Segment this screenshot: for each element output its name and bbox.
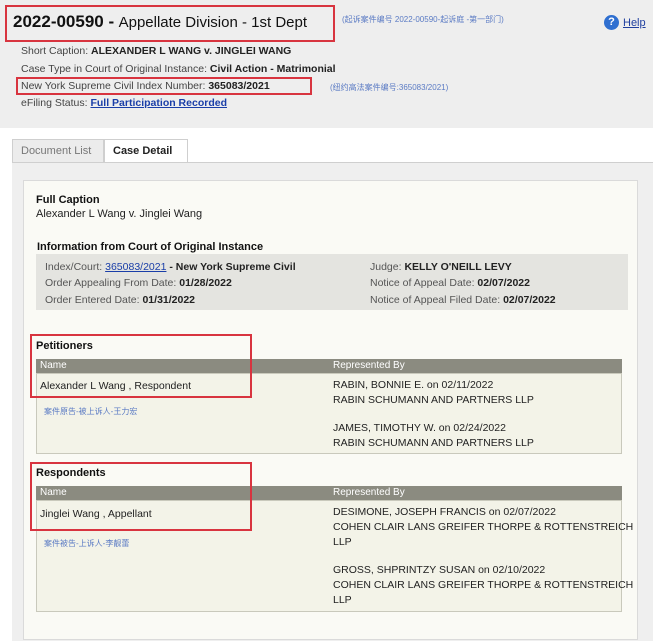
respondent-rep-1-firm: COHEN CLAIR LANS GREIFER THORPE & ROTTEN…	[333, 521, 634, 533]
highlight-box-index	[16, 77, 312, 95]
case-type-value: Civil Action - Matrimonial	[209, 63, 336, 75]
respondent-rep-2-firm-cont: LLP	[333, 594, 352, 606]
notice-filed-date: Notice of Appeal Filed Date: 02/07/2022	[370, 294, 556, 306]
tab-document-list[interactable]: Document List	[12, 139, 104, 163]
short-caption-value: ALEXANDER L WANG v. JINGLEI WANG	[91, 45, 292, 57]
judge-value: KELLY O'NEILL LEVY	[404, 261, 512, 273]
case-note: (起诉案件编号 2022-00590-起诉庭 -第一部门)	[342, 15, 504, 24]
index-court: Index/Court: 365083/2021 - New York Supr…	[45, 261, 296, 273]
original-court-title: Information from Court of Original Insta…	[37, 241, 264, 253]
order-entered-date: Order Entered Date: 01/31/2022	[45, 294, 196, 306]
petitioners-col-rep: Represented By	[333, 360, 405, 371]
respondent-rep-2-firm: COHEN CLAIR LANS GREIFER THORPE & ROTTEN…	[333, 579, 634, 591]
index-note: (纽约高法案件编号:365083/2021)	[330, 83, 449, 92]
case-type: Case Type in Court of Original Instance:…	[21, 63, 336, 75]
help-icon[interactable]: ?	[604, 15, 619, 30]
highlight-box-case	[5, 5, 335, 42]
respondent-note: 案件被告-上诉人-李靓蕾	[44, 539, 130, 548]
order-appealing-date: Order Appealing From Date: 01/28/2022	[45, 277, 232, 289]
index-court-link[interactable]: 365083/2021	[105, 261, 166, 273]
respondent-rep-1-firm-cont: LLP	[333, 536, 352, 548]
respondents-col-rep: Represented By	[333, 487, 405, 498]
efiling-status: eFiling Status: Full Participation Recor…	[21, 97, 227, 109]
respondent-rep-1-name: DESIMONE, JOSEPH FRANCIS on 02/07/2022	[333, 506, 556, 518]
full-caption-value: Alexander L Wang v. Jinglei Wang	[36, 208, 203, 220]
help-link[interactable]: ? Help	[604, 15, 646, 30]
petitioner-rep-1-firm: RABIN SCHUMANN AND PARTNERS LLP	[333, 394, 534, 406]
tab-case-detail[interactable]: Case Detail	[104, 139, 188, 163]
petitioner-rep-1-name: RABIN, BONNIE E. on 02/11/2022	[333, 379, 494, 391]
notice-of-appeal-date: Notice of Appeal Date: 02/07/2022	[370, 277, 530, 289]
judge: Judge: KELLY O'NEILL LEVY	[370, 261, 512, 273]
respondent-rep-2-name: GROSS, SHPRINTZY SUSAN on 02/10/2022	[333, 564, 546, 576]
highlight-box-petitioner	[30, 334, 252, 398]
petitioner-note: 案件原告-被上诉人-王力宏	[44, 407, 138, 416]
petitioner-rep-2-name: JAMES, TIMOTHY W. on 02/24/2022	[333, 422, 506, 434]
highlight-box-respondent	[30, 462, 252, 531]
petitioner-rep-2-firm: RABIN SCHUMANN AND PARTNERS LLP	[333, 437, 534, 449]
help-label[interactable]: Help	[623, 17, 646, 29]
short-caption: Short Caption: ALEXANDER L WANG v. JINGL…	[21, 45, 292, 57]
efiling-status-link[interactable]: Full Participation Recorded	[90, 97, 227, 109]
full-caption-title: Full Caption	[36, 194, 100, 206]
